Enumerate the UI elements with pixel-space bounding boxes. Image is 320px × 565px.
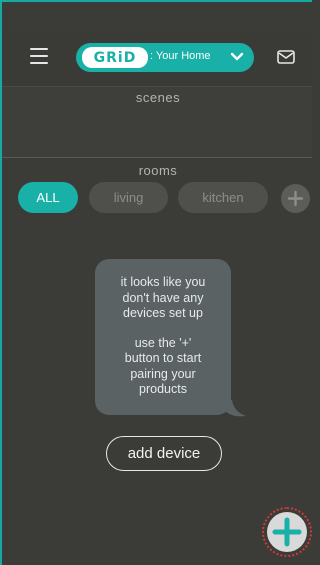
- chevron-down-icon: [230, 52, 244, 61]
- room-chip-kitchen[interactable]: kitchen: [178, 182, 268, 213]
- add-device-button[interactable]: add device: [106, 436, 222, 471]
- room-chip-living[interactable]: living: [89, 182, 168, 213]
- plus-icon: [287, 190, 304, 207]
- empty-state-line-1: it looks like you don't have any devices…: [120, 275, 206, 320]
- rooms-section: rooms ALL living kitchen: [2, 158, 312, 222]
- empty-state-line-2: use the '+' button to start pairing your…: [124, 335, 202, 397]
- plus-icon: [272, 517, 302, 547]
- room-chip-all[interactable]: ALL: [18, 182, 78, 213]
- add-room-button[interactable]: [281, 184, 310, 213]
- speech-bubble-tail: [224, 400, 246, 417]
- grid-logo: GRiD: [82, 47, 148, 68]
- empty-state-message: it looks like you don't have any devices…: [95, 259, 231, 415]
- menu-icon[interactable]: [30, 48, 48, 64]
- header: GRiD : Your Home: [2, 34, 312, 86]
- mail-icon[interactable]: [277, 50, 295, 64]
- rooms-title: rooms: [138, 163, 178, 178]
- scenes-section: scenes: [2, 86, 312, 158]
- scenes-title: scenes: [135, 90, 181, 105]
- status-bar: [2, 2, 312, 34]
- fab-circle: [267, 512, 307, 552]
- home-label: : Your Home: [150, 50, 211, 62]
- add-fab-button[interactable]: [262, 507, 312, 557]
- app-frame: GRiD : Your Home scenes rooms ALL living…: [0, 0, 312, 565]
- home-selector[interactable]: GRiD : Your Home: [76, 43, 254, 72]
